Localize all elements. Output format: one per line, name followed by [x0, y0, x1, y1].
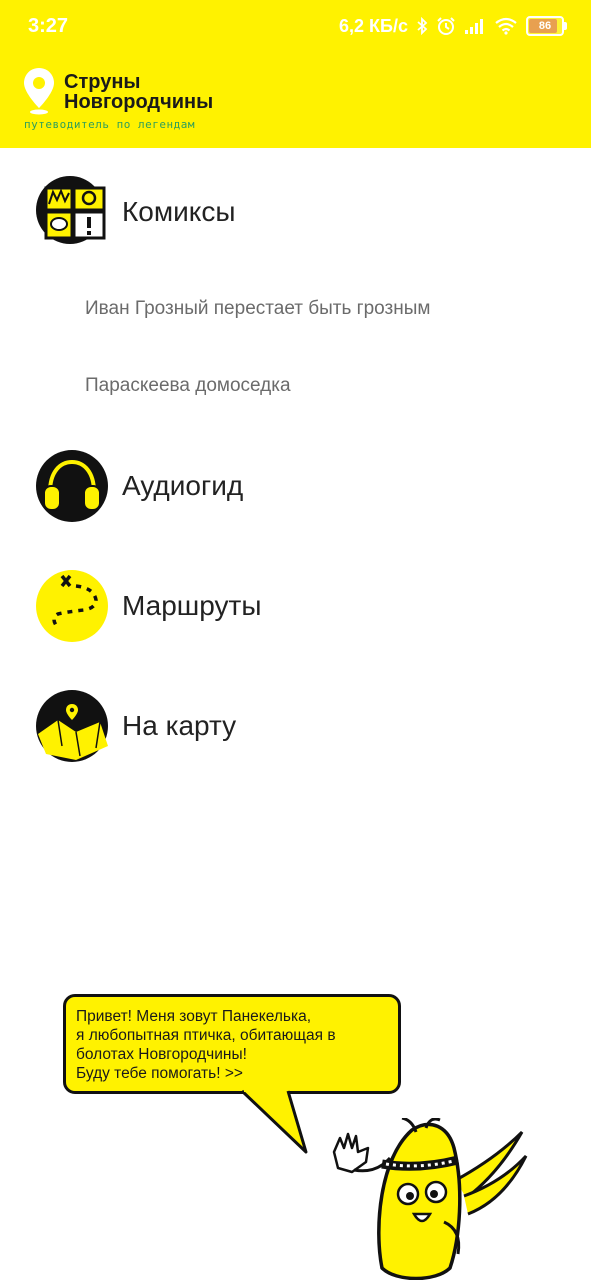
status-bar: 3:27 6,2 КБ/с 86: [0, 0, 591, 52]
speech-line: Привет! Меня зовут Панекелька,: [76, 1008, 312, 1025]
route-map-icon: [36, 570, 108, 642]
status-icons: 6,2 КБ/с 86: [339, 14, 567, 38]
map-pin-icon: [36, 690, 108, 762]
status-time: 3:27: [28, 15, 69, 37]
network-speed: 6,2 КБ/с: [339, 15, 408, 36]
speech-line: я любопытная птичка, обитающая в: [76, 1027, 336, 1044]
speech-line: болотах Новгородчины!: [76, 1046, 247, 1063]
comics-item-ivan[interactable]: Иван Грозный перестает быть грозным: [85, 298, 430, 320]
app-tagline: путеводитель по легендам: [24, 118, 195, 131]
mascot-speech-bubble[interactable]: Привет! Меня зовут Панекелька, я любопыт…: [63, 994, 401, 1094]
battery-level: 86: [538, 20, 552, 32]
menu-label-comics: Комиксы: [122, 196, 236, 227]
alarm-icon: [437, 17, 455, 35]
menu-item-map[interactable]: На карту: [36, 689, 556, 763]
app-title-line1: Струны: [64, 71, 141, 93]
menu-item-audioguide[interactable]: Аудиогид: [36, 449, 556, 523]
menu-item-comics[interactable]: Комиксы: [36, 175, 556, 249]
headphones-icon: [36, 450, 108, 522]
app-title: Струны Новгородчины: [64, 72, 213, 112]
battery-icon: 86: [526, 16, 567, 36]
menu-label-audioguide: Аудиогид: [122, 470, 244, 501]
bluetooth-icon: [417, 17, 428, 35]
location-pin-icon: [24, 68, 54, 115]
comics-icon: [36, 176, 106, 244]
app-header: 3:27 6,2 КБ/с 86 Струны Новгородчины пут…: [0, 0, 591, 148]
menu-label-map: На карту: [122, 710, 237, 741]
menu-label-routes: Маршруты: [122, 590, 262, 621]
comics-item-paraskeeva[interactable]: Параскеева домоседка: [85, 375, 291, 397]
speech-bubble-tail: [240, 1088, 308, 1154]
wifi-icon: [495, 17, 517, 35]
app-title-line2: Новгородчины: [64, 91, 214, 113]
menu-item-routes[interactable]: Маршруты: [36, 569, 556, 643]
mascot-bird-icon[interactable]: [326, 1118, 546, 1280]
app-logo: Струны Новгородчины путеводитель по леге…: [22, 66, 322, 136]
speech-line: Буду тебе помогать! >>: [76, 1065, 243, 1082]
signal-icon: [465, 19, 483, 34]
